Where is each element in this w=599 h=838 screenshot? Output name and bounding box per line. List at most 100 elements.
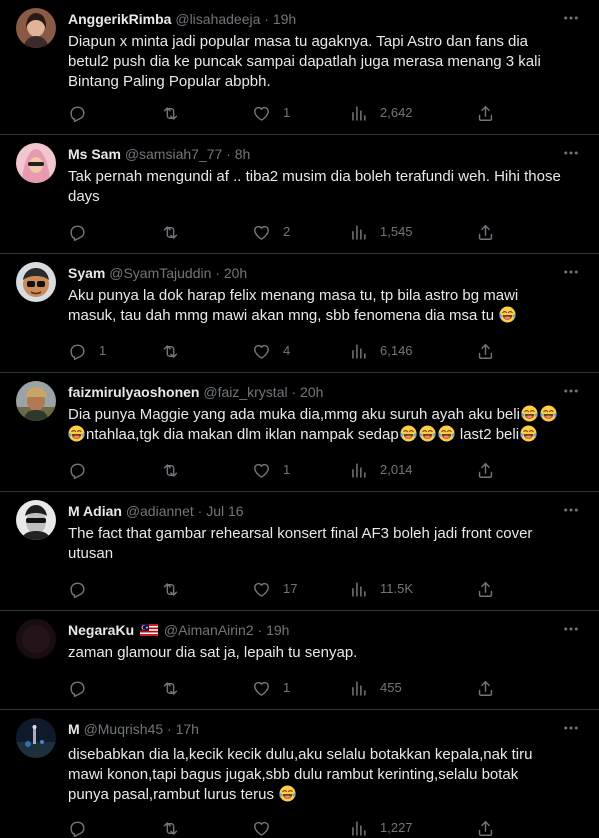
views-button[interactable]: 6,146 (349, 341, 413, 361)
tweet[interactable]: NegaraKu @AimanAirin2 · 19h zaman glamou… (0, 611, 599, 710)
separator: · (291, 384, 297, 400)
tweet-text: Tak pernah mengundi af .. tiba2 musim di… (68, 167, 580, 207)
views-button[interactable]: 11.5K (349, 579, 413, 599)
timestamp[interactable]: 17h (176, 721, 199, 737)
like-button[interactable]: 1 (252, 678, 290, 698)
like-button[interactable]: 1 (252, 103, 290, 123)
views-button[interactable]: 1,227 (349, 818, 413, 838)
avatar[interactable] (16, 8, 56, 48)
reply-button[interactable] (68, 460, 99, 480)
share-icon (476, 223, 495, 242)
display-name[interactable]: NegaraKu (68, 622, 134, 638)
username[interactable]: @faiz_krystal (203, 384, 287, 400)
retweet-button[interactable] (161, 103, 192, 123)
timestamp[interactable]: Jul 16 (206, 503, 243, 519)
views-button[interactable]: 1,545 (349, 222, 413, 242)
avatar[interactable] (16, 500, 56, 540)
avatar[interactable] (16, 718, 56, 758)
like-button[interactable] (252, 818, 283, 838)
username[interactable]: @SyamTajuddin (109, 265, 211, 281)
avatar[interactable] (16, 619, 56, 659)
more-icon[interactable] (561, 381, 581, 401)
share-button[interactable] (476, 818, 495, 838)
retweet-icon (161, 679, 180, 698)
timestamp[interactable]: 20h (224, 265, 247, 281)
display-name[interactable]: Ms Sam (68, 146, 121, 162)
more-icon[interactable] (561, 500, 581, 520)
share-button[interactable] (476, 579, 495, 599)
like-button[interactable]: 2 (252, 222, 290, 242)
timestamp[interactable]: 8h (235, 146, 251, 162)
reply-icon (68, 580, 87, 599)
more-icon[interactable] (561, 262, 581, 282)
share-button[interactable] (476, 341, 495, 361)
avatar[interactable] (16, 143, 56, 183)
display-name[interactable]: Syam (68, 265, 105, 281)
heart-icon (252, 580, 271, 599)
timestamp[interactable]: 19h (273, 11, 296, 27)
display-name[interactable]: M (68, 721, 80, 737)
retweet-icon (161, 819, 180, 838)
timestamp[interactable]: 20h (300, 384, 323, 400)
share-button[interactable] (476, 460, 495, 480)
like-button[interactable]: 17 (252, 579, 297, 599)
retweet-button[interactable] (161, 678, 192, 698)
username[interactable]: @samsiah7_77 (125, 146, 223, 162)
reply-button[interactable] (68, 222, 99, 242)
tweet-text-line: betul2 push dia ke puncak sampai dapatla… (68, 53, 541, 70)
like-button[interactable]: 4 (252, 341, 290, 361)
tweet[interactable]: Ms Sam @samsiah7_77 · 8h Tak pernah meng… (0, 135, 599, 254)
username[interactable]: @lisahadeeja (175, 11, 260, 27)
share-button[interactable] (476, 678, 495, 698)
tweet-text-segment: last2 beli (459, 426, 520, 443)
username[interactable]: @Muqrish45 (84, 721, 164, 737)
username[interactable]: @AimanAirin2 (164, 622, 254, 638)
username[interactable]: @adiannet (126, 503, 194, 519)
share-button[interactable] (476, 222, 495, 242)
tweet-text-line: ntahlaa,tgk dia makan dlm iklan nampak s… (68, 425, 580, 445)
views-button[interactable]: 2,014 (349, 460, 413, 480)
tweet[interactable]: M Adian @adiannet · Jul 16 The fact that… (0, 492, 599, 611)
more-icon[interactable] (561, 619, 581, 639)
retweet-button[interactable] (161, 341, 192, 361)
display-name[interactable]: AnggerikRimba (68, 11, 171, 27)
tweet[interactable]: AnggerikRimba @lisahadeeja · 19h Diapun … (0, 0, 599, 135)
retweet-button[interactable] (161, 579, 192, 599)
like-count: 4 (283, 343, 291, 358)
retweet-button[interactable] (161, 460, 192, 480)
retweet-icon (161, 223, 180, 242)
tweet[interactable]: faizmirulyaoshonen @faiz_krystal · 20h D… (0, 373, 599, 492)
share-button[interactable] (476, 103, 495, 123)
views-button[interactable]: 2,642 (349, 103, 413, 123)
display-name[interactable]: M Adian (68, 503, 122, 519)
reply-button[interactable] (68, 678, 99, 698)
display-name[interactable]: faizmirulyaoshonen (68, 384, 199, 400)
tweet-text: Aku punya la dok harap felix menang masa… (68, 286, 580, 326)
view-count: 2,642 (380, 105, 413, 120)
laughing-tears-emoji (68, 425, 85, 442)
retweet-button[interactable] (161, 818, 192, 838)
timestamp[interactable]: 19h (266, 622, 289, 638)
tweet[interactable]: M @Muqrish45 · 17h disebabkan dia la,kec… (0, 710, 599, 833)
like-button[interactable]: 1 (252, 460, 290, 480)
tweet-text-line: Dia punya Maggie yang ada muka dia,mmg a… (68, 405, 580, 425)
reply-button[interactable] (68, 818, 99, 838)
more-icon[interactable] (561, 718, 581, 738)
avatar[interactable] (16, 381, 56, 421)
reply-button[interactable] (68, 103, 99, 123)
tweet-text: Dia punya Maggie yang ada muka dia,mmg a… (68, 405, 580, 445)
tweet[interactable]: Syam @SyamTajuddin · 20h Aku punya la do… (0, 254, 599, 373)
avatar[interactable] (16, 262, 56, 302)
malaysia-flag-icon (140, 624, 159, 636)
action-bar: 17 11.5K (68, 579, 518, 599)
reply-button[interactable]: 1 (68, 341, 106, 361)
retweet-button[interactable] (161, 222, 192, 242)
laughing-tears-emoji (279, 785, 296, 802)
action-bar: 1 2,642 (68, 103, 518, 123)
views-button[interactable]: 455 (349, 678, 402, 698)
more-icon[interactable] (561, 143, 581, 163)
more-icon[interactable] (561, 8, 581, 28)
reply-button[interactable] (68, 579, 99, 599)
share-icon (476, 461, 495, 480)
retweet-icon (161, 104, 180, 123)
